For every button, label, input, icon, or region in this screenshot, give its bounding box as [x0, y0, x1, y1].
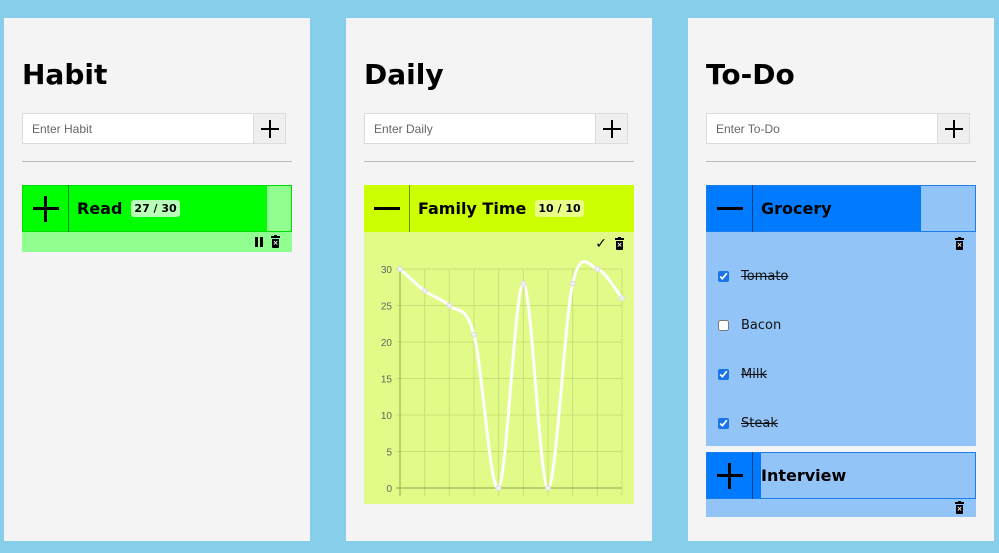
todo-item-checkbox[interactable]: [718, 369, 729, 380]
daily-panel: Daily Family Time 10 / 10 ✓ × 0 5 10 15 20 25…: [346, 18, 652, 541]
chart-ytick-label: 25: [381, 302, 393, 313]
daily-decrement-button[interactable]: [364, 185, 410, 232]
plus-icon: [944, 119, 963, 138]
plus-icon: [602, 119, 621, 138]
todo-card-interview: Interview ×: [706, 452, 976, 517]
todo-card-header: Interview: [706, 452, 976, 499]
daily-card-family-time: Family Time 10 / 10 ✓ × 0 5 10 15 20 25 30: [364, 185, 634, 504]
chart-ytick-label: 5: [386, 448, 392, 459]
chart-ytick-label: 0: [386, 484, 392, 495]
todo-item-checkbox[interactable]: [718, 418, 729, 429]
habit-card-header: Read 27 / 30: [22, 185, 292, 232]
habit-panel: Habit Read 27 / 30 ×: [4, 18, 310, 541]
chart-ytick-label: 10: [381, 411, 393, 422]
chart-ytick-label: 30: [381, 265, 393, 276]
trash-icon[interactable]: ×: [271, 235, 280, 248]
habit-name: Read: [77, 199, 123, 218]
pause-icon[interactable]: [255, 237, 263, 247]
minus-icon: [716, 196, 743, 222]
habit-card-actions: ×: [22, 232, 292, 252]
daily-progress-badge: 10 / 10: [535, 200, 584, 217]
check-icon[interactable]: ✓: [595, 237, 607, 251]
todo-item-label: Tomato: [741, 269, 789, 284]
plus-icon: [32, 195, 59, 222]
habit-input[interactable]: [22, 113, 254, 144]
divider: [22, 161, 292, 162]
todo-item: Steak: [718, 416, 778, 431]
todo-item-checkbox[interactable]: [718, 320, 729, 331]
trash-icon[interactable]: ×: [615, 237, 624, 250]
todo-item-checkbox[interactable]: [718, 271, 729, 282]
divider: [706, 161, 976, 162]
todo-card-grocery: Grocery × Tomato Bacon Milk Steak: [706, 185, 976, 446]
todo-item-label: Milk: [741, 367, 767, 382]
chart-point: [421, 287, 428, 294]
todo-item: Tomato: [718, 269, 788, 284]
chart-point: [397, 266, 403, 272]
daily-input[interactable]: [364, 113, 596, 144]
todo-name: Interview: [761, 466, 847, 485]
todo-name: Grocery: [761, 199, 832, 218]
habit-card-read: Read 27 / 30 ×: [22, 185, 292, 252]
habit-title: Habit: [22, 58, 108, 91]
daily-card-header: Family Time 10 / 10: [364, 185, 634, 232]
todo-panel: To-Do Grocery × Tomato Bacon: [688, 18, 994, 541]
todo-card-actions: ×: [706, 499, 976, 517]
todo-card-header: Grocery: [706, 185, 976, 232]
todo-item-label: Steak: [741, 416, 778, 431]
habit-add-row: [22, 113, 292, 144]
chart-point: [594, 266, 601, 272]
chart-point: [545, 485, 551, 491]
todo-card-actions: ×: [706, 232, 976, 252]
daily-card-actions: ✓ ×: [364, 232, 634, 252]
add-habit-button[interactable]: [254, 113, 286, 144]
divider: [364, 161, 634, 162]
daily-progress-chart: 0 5 10 15 20 25 30: [381, 260, 625, 496]
daily-title: Daily: [364, 58, 444, 91]
todo-card-body: × Tomato Bacon Milk Steak: [706, 232, 976, 446]
minus-icon: [373, 196, 400, 222]
todo-add-row: [706, 113, 976, 144]
todo-item: Bacon: [718, 318, 781, 333]
trash-icon[interactable]: ×: [955, 501, 964, 514]
plus-icon: [716, 462, 743, 489]
todo-title: To-Do: [706, 58, 795, 91]
habit-progress-badge: 27 / 30: [131, 200, 180, 217]
chart-point: [471, 331, 477, 338]
add-daily-button[interactable]: [596, 113, 628, 144]
add-todo-button[interactable]: [938, 113, 970, 144]
todo-item: Milk: [718, 367, 767, 382]
trash-icon[interactable]: ×: [955, 237, 964, 250]
chart-point: [619, 295, 625, 302]
chart-ytick-label: 20: [381, 338, 393, 349]
chart-series-line: [398, 260, 624, 490]
chart-point: [520, 280, 527, 287]
daily-name: Family Time: [418, 199, 527, 218]
todo-expand-button[interactable]: [707, 452, 753, 499]
todo-item-label: Bacon: [741, 318, 782, 333]
chart-ytick-label: 15: [381, 375, 393, 386]
chart-point: [495, 485, 502, 491]
plus-icon: [260, 119, 279, 138]
daily-add-row: [364, 113, 634, 144]
habit-increment-button[interactable]: [23, 185, 69, 232]
todo-collapse-button[interactable]: [707, 185, 753, 232]
chart-point: [569, 280, 576, 287]
daily-card-body: ✓ × 0 5 10 15 20 25 30: [364, 232, 634, 504]
chart-point: [446, 302, 453, 309]
todo-input[interactable]: [706, 113, 938, 144]
